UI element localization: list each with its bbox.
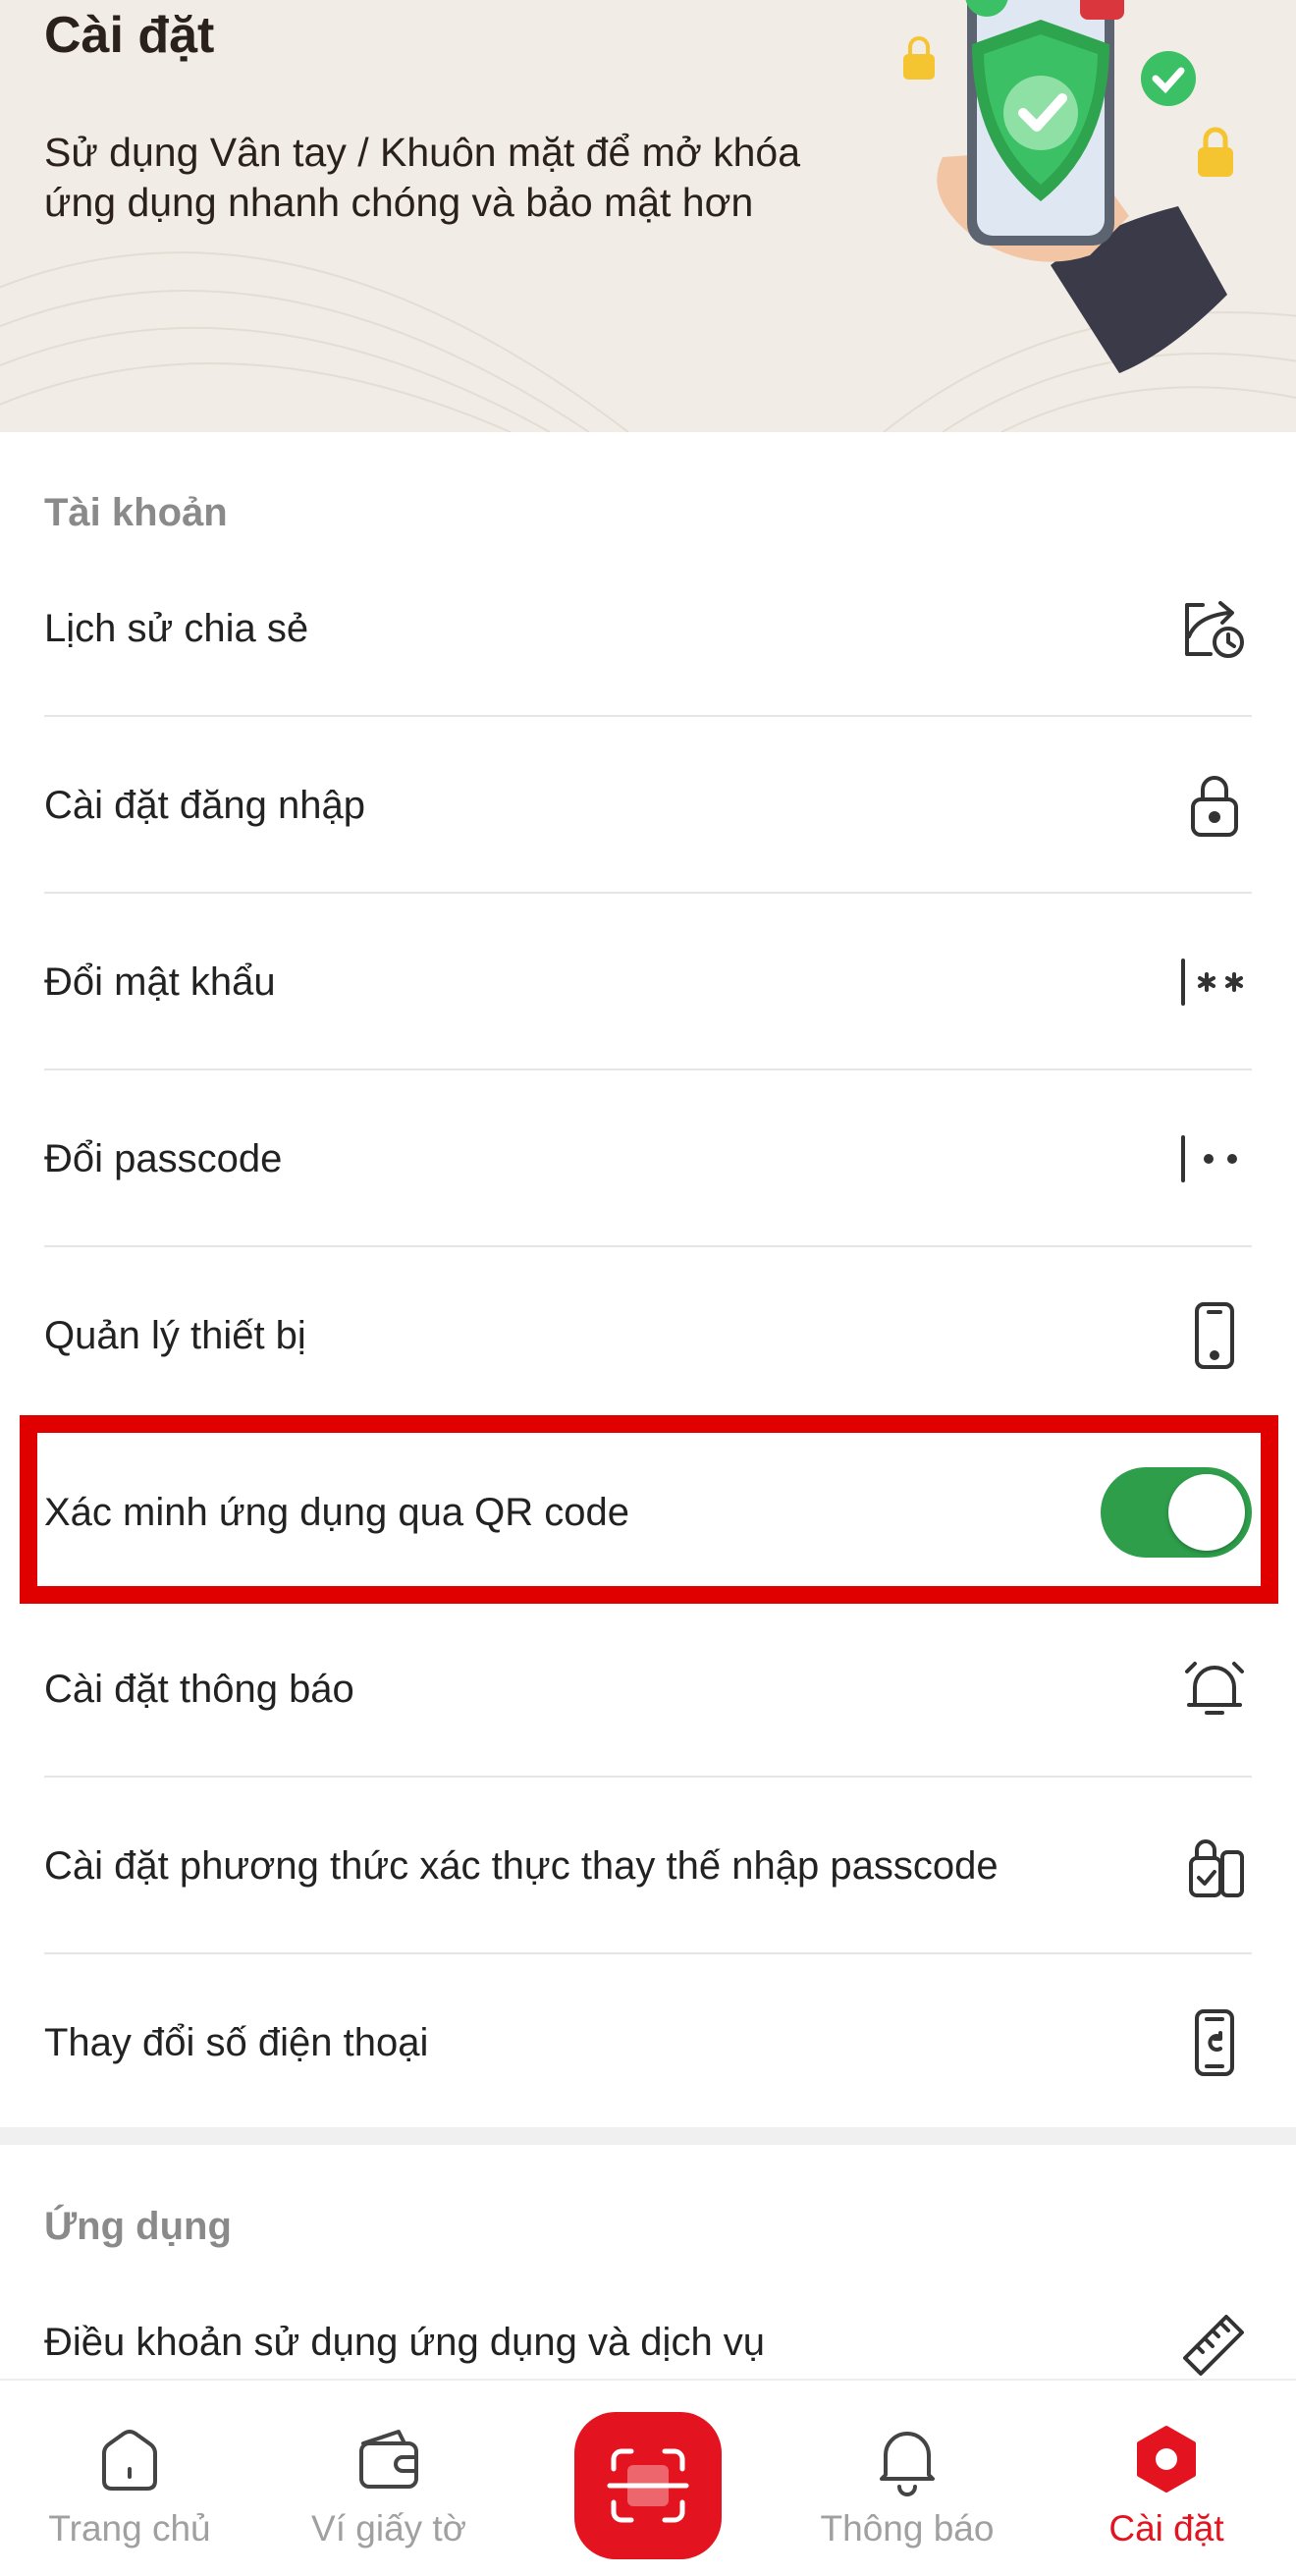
security-phone-illustration [903,0,1233,373]
scan-button[interactable] [574,2412,722,2559]
menu-item-label: Xác minh ứng dụng qua QR code [44,1490,630,1534]
nav-item-home[interactable]: Trang chủ [0,2381,259,2576]
menu-item-qr-verification[interactable]: Xác minh ứng dụng qua QR code [44,1424,1252,1601]
menu-item-change-passcode[interactable]: Đổi passcode [44,1070,1252,1247]
section-title-account: Tài khoản [44,491,228,534]
qr-verification-toggle[interactable] [1101,1467,1252,1558]
menu-item-alt-auth-settings[interactable]: Cài đặt phương thức xác thực thay thế nh… [44,1778,1252,1954]
menu-item-login-settings[interactable]: Cài đặt đăng nhập [44,717,1252,894]
page-title: Cài đặt [44,7,215,64]
menu-item-label: Đổi passcode [44,1136,283,1180]
menu-item-label: Lịch sử chia sẻ [44,606,309,650]
nav-label: Ví giấy tờ [311,2508,466,2549]
section-title-app: Ứng dụng [44,2205,232,2248]
menu-item-label: Thay đổi số điện thoại [44,2020,429,2064]
scan-icon [607,2448,689,2523]
section-divider [0,2127,1296,2145]
bell-icon [880,2432,935,2496]
banner-description: Sử dụng Vân tay / Khuôn mặt để mở khóa ứ… [44,130,801,225]
menu-item-device-management[interactable]: Quản lý thiết bị [44,1247,1252,1424]
menu-item-label: Quản lý thiết bị [44,1313,306,1357]
passcode-dots-icon [1173,1120,1252,1198]
menu-item-change-password[interactable]: Đổi mật khẩu [44,894,1252,1070]
menu-item-label: Đổi mật khẩu [44,959,276,1004]
nav-label: Trang chủ [48,2508,211,2549]
phone-device-icon [1173,1296,1252,1375]
alarm-bell-icon [1173,1650,1252,1728]
nav-label: Thông báo [820,2508,995,2549]
menu-item-change-phone[interactable]: Thay đổi số điện thoại [44,1954,1252,2131]
menu-item-label: Điều khoản sử dụng ứng dụng và dịch vụ [44,2320,766,2364]
toggle-knob [1168,1474,1245,1551]
settings-banner: Cài đặt Sử dụng Vân tay / Khuôn mặt để m… [0,0,1296,432]
menu-item-notification-settings[interactable]: Cài đặt thông báo [44,1601,1252,1778]
share-history-icon [1173,589,1252,668]
menu-item-label: Cài đặt phương thức xác thực thay thế nh… [44,1843,999,1888]
phone-change-icon [1173,2003,1252,2082]
secure-phone-check-icon [1173,1827,1252,1905]
nav-item-notifications[interactable]: Thông báo [778,2381,1037,2576]
password-asterisk-icon [1173,943,1252,1021]
home-icon [102,2430,157,2491]
menu-item-label: Cài đặt thông báo [44,1667,354,1711]
menu-item-share-history[interactable]: Lịch sử chia sẻ [44,540,1252,717]
nav-item-wallet[interactable]: Ví giấy tờ [259,2381,518,2576]
wallet-icon [359,2430,418,2489]
ruler-icon [1173,2303,1252,2382]
lock-icon [1173,766,1252,845]
menu-item-label: Cài đặt đăng nhập [44,783,365,827]
nav-label: Cài đặt [1108,2508,1224,2549]
bottom-navigation: Trang chủ Ví giấy tờ Thông báo Cài đặt [0,2379,1296,2576]
nav-item-settings[interactable]: Cài đặt [1037,2381,1296,2576]
settings-hexagon-icon [1137,2426,1196,2493]
